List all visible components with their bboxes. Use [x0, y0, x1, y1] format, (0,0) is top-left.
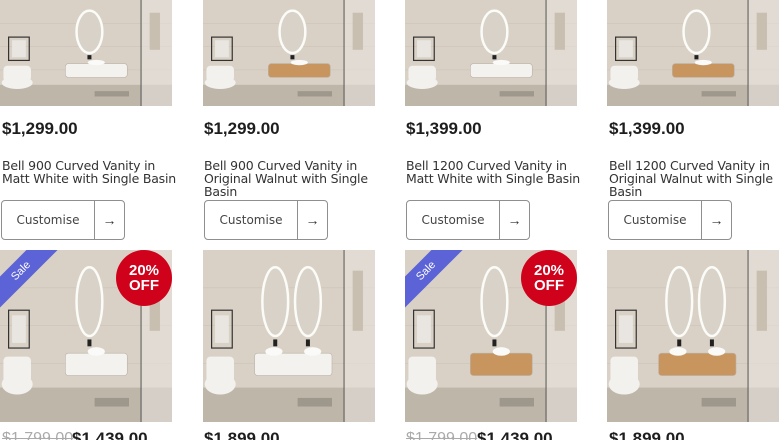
customise-label: Customise [421, 213, 485, 227]
customise-label: Customise [16, 213, 80, 227]
customise-button[interactable]: Customise → [1, 200, 125, 240]
sale-badge: Sale [0, 250, 70, 320]
customise-label: Customise [623, 213, 687, 227]
product-price: $1,899.00 [609, 429, 685, 440]
product-price: $1,299.00 [204, 119, 280, 138]
product-image[interactable] [405, 0, 577, 106]
product-title[interactable]: Bell 900 Curved Vanity in Original Walnu… [204, 159, 379, 198]
sale-label: Sale [405, 250, 473, 318]
product-price: $1,899.00 [204, 429, 280, 440]
discount-off: OFF [534, 277, 564, 294]
customise-button[interactable]: Customise → [608, 200, 732, 240]
customise-button[interactable]: Customise → [204, 200, 328, 240]
discount-badge: 20% OFF [521, 250, 577, 306]
arrow-right-icon[interactable]: → [701, 201, 731, 239]
product-image[interactable] [203, 250, 375, 422]
product-image[interactable] [0, 0, 172, 106]
product-title[interactable]: Bell 1200 Curved Vanity in Original Waln… [609, 159, 780, 198]
discount-percent: 20% [128, 262, 160, 279]
discount-off: OFF [129, 277, 159, 294]
arrow-right-icon[interactable]: → [499, 201, 529, 239]
discount-badge: 20% OFF [116, 250, 172, 306]
customise-label: Customise [219, 213, 283, 227]
old-price: $1,799.00 [2, 430, 74, 440]
product-image[interactable] [607, 250, 779, 422]
product-image[interactable]: Sale 20% OFF [405, 250, 577, 422]
product-image[interactable] [203, 0, 375, 106]
product-price: $1,399.00 [609, 119, 685, 138]
arrow-right-icon[interactable]: → [94, 201, 124, 239]
product-price: $1,439.00 [72, 429, 148, 440]
discount-percent: 20% [533, 262, 565, 279]
customise-button[interactable]: Customise → [406, 200, 530, 240]
sale-label: Sale [0, 250, 68, 318]
product-price: $1,399.00 [406, 119, 482, 138]
sale-badge: Sale [405, 250, 475, 320]
product-image[interactable]: Sale 20% OFF [0, 250, 172, 422]
product-image[interactable] [607, 0, 779, 106]
product-price: $1,299.00 [2, 119, 78, 138]
product-grid: $1,299.00 Bell 900 Curved Vanity in Matt… [0, 0, 780, 440]
product-price: $1,439.00 [477, 429, 553, 440]
product-title[interactable]: Bell 1200 Curved Vanity in Matt White wi… [406, 159, 581, 185]
old-price: $1,799.00 [406, 430, 478, 440]
product-title[interactable]: Bell 900 Curved Vanity in Matt White wit… [2, 159, 177, 185]
arrow-right-icon[interactable]: → [297, 201, 327, 239]
